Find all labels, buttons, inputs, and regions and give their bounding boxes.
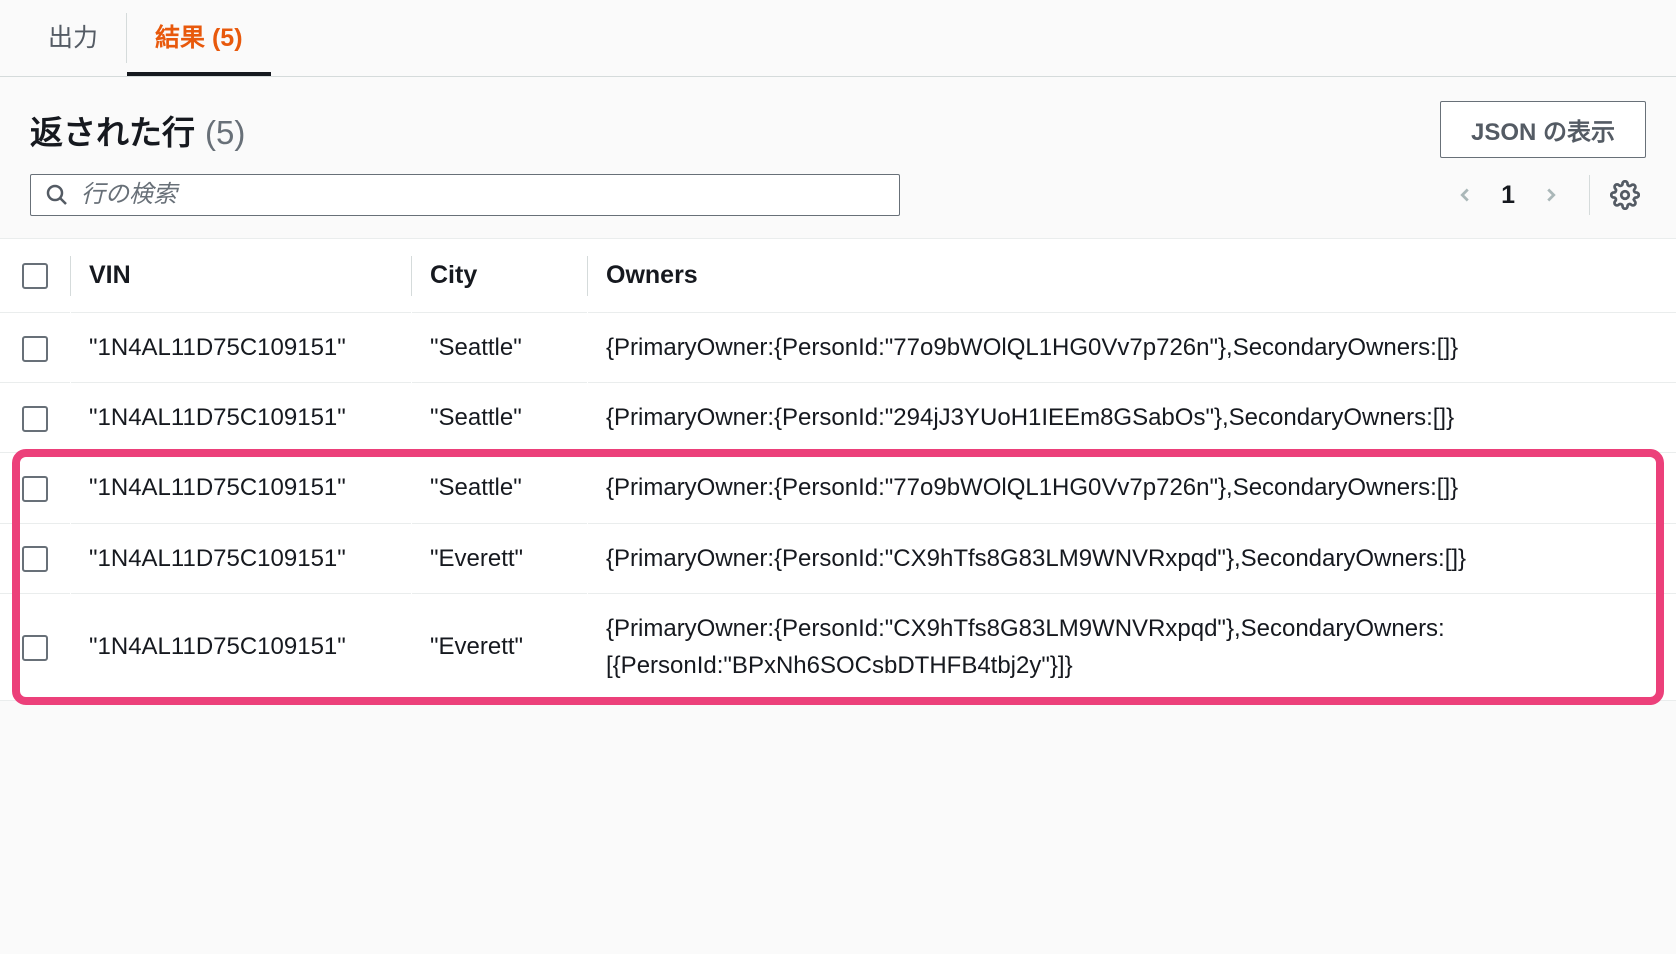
cell-owners: {PrimaryOwner:{PersonId:"CX9hTfs8G83LM9W… xyxy=(588,593,1676,700)
cell-vin: "1N4AL11D75C109151" xyxy=(71,453,411,523)
row-checkbox[interactable] xyxy=(22,336,48,362)
row-checkbox[interactable] xyxy=(22,546,48,572)
cell-city: "Everett" xyxy=(412,593,587,700)
pager-page: 1 xyxy=(1501,181,1515,210)
tabs-bar: 出力 結果 (5) xyxy=(0,0,1676,77)
cell-owners: {PrimaryOwner:{PersonId:"77o9bWOlQL1HG0V… xyxy=(588,313,1676,383)
header-row: 返された行 (5) JSON の表示 xyxy=(0,77,1676,166)
select-all-checkbox[interactable] xyxy=(22,263,48,289)
table-row: "1N4AL11D75C109151""Everett"{PrimaryOwne… xyxy=(0,523,1676,593)
pager: 1 xyxy=(1447,177,1569,213)
column-header-city[interactable]: City xyxy=(412,239,587,313)
results-table: VIN City Owners "1N4AL11D75C109151""Seat… xyxy=(0,238,1676,701)
cell-vin: "1N4AL11D75C109151" xyxy=(71,523,411,593)
row-checkbox[interactable] xyxy=(22,635,48,661)
tab-output[interactable]: 出力 xyxy=(20,0,126,76)
cell-vin: "1N4AL11D75C109151" xyxy=(71,383,411,453)
page-title: 返された行 xyxy=(30,106,195,154)
toolbar: 1 xyxy=(0,166,1676,238)
cell-owners: {PrimaryOwner:{PersonId:"77o9bWOlQL1HG0V… xyxy=(588,453,1676,523)
cell-vin: "1N4AL11D75C109151" xyxy=(71,593,411,700)
column-header-vin[interactable]: VIN xyxy=(71,239,411,313)
settings-button[interactable] xyxy=(1610,177,1646,213)
cell-vin: "1N4AL11D75C109151" xyxy=(71,313,411,383)
table-row: "1N4AL11D75C109151""Seattle"{PrimaryOwne… xyxy=(0,313,1676,383)
divider xyxy=(1589,175,1590,215)
chevron-left-icon xyxy=(1454,184,1476,206)
row-count: (5) xyxy=(205,114,245,152)
cell-city: "Seattle" xyxy=(412,313,587,383)
cell-city: "Everett" xyxy=(412,523,587,593)
pager-prev[interactable] xyxy=(1447,177,1483,213)
pager-next[interactable] xyxy=(1533,177,1569,213)
tab-results[interactable]: 結果 (5) xyxy=(127,0,271,76)
cell-city: "Seattle" xyxy=(412,383,587,453)
row-checkbox[interactable] xyxy=(22,406,48,432)
table-row: "1N4AL11D75C109151""Seattle"{PrimaryOwne… xyxy=(0,453,1676,523)
search-box[interactable] xyxy=(30,174,900,216)
gear-icon xyxy=(1610,180,1640,210)
row-checkbox[interactable] xyxy=(22,476,48,502)
table-row: "1N4AL11D75C109151""Everett"{PrimaryOwne… xyxy=(0,593,1676,700)
cell-city: "Seattle" xyxy=(412,453,587,523)
search-icon xyxy=(45,183,69,207)
show-json-button[interactable]: JSON の表示 xyxy=(1440,101,1646,158)
table-row: "1N4AL11D75C109151""Seattle"{PrimaryOwne… xyxy=(0,383,1676,453)
cell-owners: {PrimaryOwner:{PersonId:"CX9hTfs8G83LM9W… xyxy=(588,523,1676,593)
chevron-right-icon xyxy=(1540,184,1562,206)
search-input[interactable] xyxy=(81,181,885,209)
column-header-owners[interactable]: Owners xyxy=(588,239,1676,313)
cell-owners: {PrimaryOwner:{PersonId:"294jJ3YUoH1IEEm… xyxy=(588,383,1676,453)
table-container: VIN City Owners "1N4AL11D75C109151""Seat… xyxy=(0,238,1676,701)
